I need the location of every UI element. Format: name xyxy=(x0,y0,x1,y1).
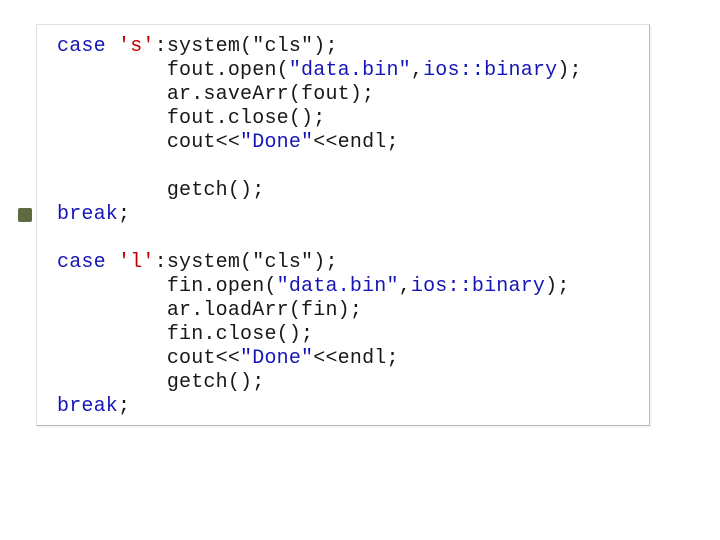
done-str-s: "Done" xyxy=(240,131,313,154)
fin-open-b: , xyxy=(399,275,411,298)
bullet-icon xyxy=(18,208,32,222)
open-file-l: "data.bin" xyxy=(277,275,399,298)
fin-close: fin.close(); xyxy=(167,323,313,346)
ios-binary-l: ios::binary xyxy=(411,275,545,298)
fout-open-b: , xyxy=(411,59,423,82)
char-s: 's' xyxy=(118,35,155,58)
save-call: ar.saveArr(fout); xyxy=(167,83,374,106)
getch-s: getch(); xyxy=(167,179,265,202)
sys-cls-s: system("cls"); xyxy=(167,35,338,58)
cout-b-s: <<endl; xyxy=(313,131,398,154)
cout-a-l: cout<< xyxy=(167,347,240,370)
kw-break-l: break xyxy=(57,395,118,418)
fout-open-c: ); xyxy=(557,59,581,82)
fout-open-a: fout.open( xyxy=(167,59,289,82)
getch-l: getch(); xyxy=(167,371,265,394)
ios-binary-s: ios::binary xyxy=(423,59,557,82)
load-call: ar.loadArr(fin); xyxy=(167,299,362,322)
cout-b-l: <<endl; xyxy=(313,347,398,370)
char-l: 'l' xyxy=(118,251,155,274)
kw-case-s: case xyxy=(57,35,106,58)
open-file-s: "data.bin" xyxy=(289,59,411,82)
done-str-l: "Done" xyxy=(240,347,313,370)
fout-close: fout.close(); xyxy=(167,107,326,130)
code-card: case 's':system("cls"); fout.open("data.… xyxy=(36,24,650,426)
fin-open-a: fin.open( xyxy=(167,275,277,298)
sys-cls-l: system("cls"); xyxy=(167,251,338,274)
kw-case-l: case xyxy=(57,251,106,274)
kw-break-s: break xyxy=(57,203,118,226)
cout-a-s: cout<< xyxy=(167,131,240,154)
fin-open-c: ); xyxy=(545,275,569,298)
slide-page: case 's':system("cls"); fout.open("data.… xyxy=(0,0,720,540)
code-block: case 's':system("cls"); fout.open("data.… xyxy=(57,35,639,419)
